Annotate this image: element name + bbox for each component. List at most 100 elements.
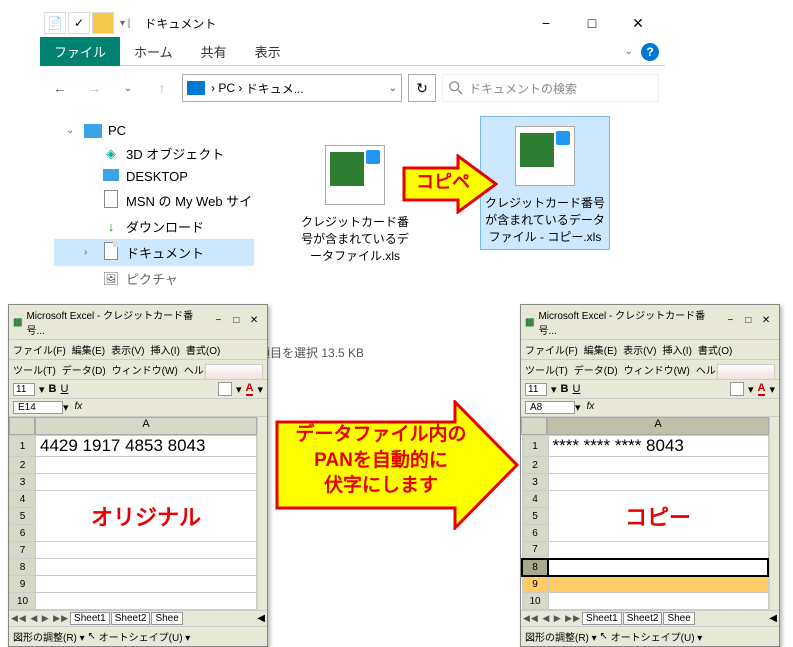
row-header[interactable]: 9 bbox=[10, 576, 36, 593]
crumb-current[interactable]: ドキュメ... bbox=[246, 80, 304, 97]
menu-insert[interactable]: 挿入(I) bbox=[662, 342, 691, 357]
cell[interactable] bbox=[548, 576, 768, 593]
fontsize-box[interactable]: 11 bbox=[13, 383, 35, 396]
dd-icon[interactable]: ▾ bbox=[63, 401, 69, 414]
row-header[interactable]: 6 bbox=[10, 525, 36, 542]
row-header[interactable]: 1 bbox=[522, 436, 548, 457]
name-box[interactable]: E14 bbox=[13, 401, 63, 414]
file-item-copy-selected[interactable]: クレジットカード番号が含まれているデータファイル - コピー.xls bbox=[480, 116, 610, 250]
recent-button[interactable]: ⌄ bbox=[114, 74, 142, 102]
qat-icon-1[interactable]: 📄 bbox=[44, 12, 66, 34]
menu-tool[interactable]: ツール(T) bbox=[525, 362, 568, 377]
row-header[interactable]: 8 bbox=[522, 559, 548, 576]
row-header[interactable]: 5 bbox=[522, 508, 548, 525]
bold-button[interactable]: B bbox=[561, 383, 569, 395]
vscrollbar[interactable] bbox=[257, 417, 267, 610]
menu-window[interactable]: ウィンドウ(W) bbox=[112, 362, 178, 377]
fontcolor-button[interactable]: A bbox=[246, 382, 254, 396]
sheet2-tab[interactable]: Sheet2 bbox=[111, 612, 151, 625]
cell[interactable] bbox=[36, 559, 257, 576]
row-header[interactable]: 2 bbox=[10, 457, 36, 474]
underline-button[interactable]: U bbox=[572, 383, 580, 395]
cell[interactable] bbox=[548, 457, 768, 474]
col-header-A[interactable]: A bbox=[547, 417, 769, 435]
cell[interactable] bbox=[36, 457, 257, 474]
file-tab[interactable]: ファイル bbox=[40, 37, 120, 66]
toolbar-dd-icon[interactable]: ▾ bbox=[257, 383, 263, 396]
sheet3-tab[interactable]: Shee bbox=[663, 612, 694, 625]
menu-help[interactable]: ヘルプ(H) bbox=[696, 362, 740, 377]
pointer-icon[interactable]: ↖ bbox=[599, 631, 607, 642]
menu-format[interactable]: 書式(O) bbox=[186, 342, 220, 357]
close-button[interactable]: ✕ bbox=[615, 8, 661, 38]
cell[interactable] bbox=[548, 542, 768, 559]
fontsize-box[interactable]: 11 bbox=[525, 383, 547, 396]
cell[interactable] bbox=[36, 542, 257, 559]
vscrollbar[interactable] bbox=[769, 417, 779, 610]
menu-file[interactable]: ファイル(F) bbox=[525, 342, 578, 357]
fillcolor-button[interactable] bbox=[730, 382, 744, 396]
sheet1-tab[interactable]: Sheet1 bbox=[582, 612, 622, 625]
draw-menu[interactable]: 図形の調整(R) ▾ bbox=[525, 629, 597, 644]
row-header[interactable]: 7 bbox=[10, 542, 36, 559]
menu-help[interactable]: ヘルプ(H) bbox=[184, 362, 228, 377]
col-header-A[interactable]: A bbox=[35, 417, 257, 435]
tree-downloads[interactable]: ↓ダウンロード bbox=[54, 214, 254, 239]
tree-pc[interactable]: ⌄ PC bbox=[54, 120, 254, 141]
fillcolor-button[interactable] bbox=[218, 382, 232, 396]
autoshape-menu[interactable]: オートシェイプ(U) ▾ bbox=[99, 629, 191, 644]
minimize-button[interactable]: − bbox=[210, 315, 228, 329]
row-header[interactable]: 7 bbox=[522, 542, 548, 559]
toolbar-dd-icon[interactable]: ▾ bbox=[748, 383, 754, 396]
cell[interactable] bbox=[548, 474, 768, 491]
forward-button[interactable]: → bbox=[80, 74, 108, 102]
sheet-nav[interactable]: ◀◀ ◀ ▶ ▶▶ bbox=[523, 613, 581, 624]
toolbar-dd-icon[interactable]: ▾ bbox=[551, 383, 557, 396]
select-all-corner[interactable] bbox=[521, 417, 547, 435]
menu-insert[interactable]: 挿入(I) bbox=[150, 342, 179, 357]
menu-window[interactable]: ウィンドウ(W) bbox=[624, 362, 690, 377]
fontcolor-button[interactable]: A bbox=[758, 382, 766, 396]
address-dropdown-icon[interactable]: ⌄ bbox=[389, 83, 397, 94]
up-button[interactable]: ↑ bbox=[148, 74, 176, 102]
menu-data[interactable]: データ(D) bbox=[574, 362, 618, 377]
file-item-original[interactable]: クレジットカード番号が含まれているデータファイル.xls bbox=[300, 140, 410, 264]
view-tab[interactable]: 表示 bbox=[241, 37, 295, 66]
tree-pictures[interactable]: 🖼ピクチャ bbox=[54, 266, 254, 291]
maximize-button[interactable]: □ bbox=[739, 315, 757, 329]
row-header[interactable]: 8 bbox=[10, 559, 36, 576]
bold-button[interactable]: B bbox=[49, 383, 57, 395]
hscroll-icon[interactable]: ◀ bbox=[257, 613, 265, 624]
row-header[interactable]: 3 bbox=[10, 474, 36, 491]
menu-tool[interactable]: ツール(T) bbox=[13, 362, 56, 377]
menu-view[interactable]: 表示(V) bbox=[111, 342, 144, 357]
draw-menu[interactable]: 図形の調整(R) ▾ bbox=[13, 629, 85, 644]
row-header[interactable]: 10 bbox=[522, 593, 548, 610]
select-all-corner[interactable] bbox=[9, 417, 35, 435]
menu-edit[interactable]: 編集(E) bbox=[584, 342, 617, 357]
home-tab[interactable]: ホーム bbox=[120, 37, 187, 66]
close-button[interactable]: ✕ bbox=[757, 315, 775, 329]
sheet-nav[interactable]: ◀◀ ◀ ▶ ▶▶ bbox=[11, 613, 69, 624]
sheet1-tab[interactable]: Sheet1 bbox=[70, 612, 110, 625]
dd-icon[interactable]: ▾ bbox=[575, 401, 581, 414]
row-header[interactable]: 5 bbox=[10, 508, 36, 525]
menu-edit[interactable]: 編集(E) bbox=[72, 342, 105, 357]
pointer-icon[interactable]: ↖ bbox=[87, 631, 95, 642]
tree-3d[interactable]: ◈3D オブジェクト bbox=[54, 141, 254, 166]
cell-A1-pan[interactable]: 4429 1917 4853 8043 bbox=[36, 436, 257, 457]
ribbon-expand-icon[interactable]: ⌄ bbox=[625, 46, 633, 57]
row-header[interactable]: 4 bbox=[10, 491, 36, 508]
address-bar[interactable]: › PC › ドキュメ... ⌄ bbox=[182, 74, 402, 102]
cell[interactable] bbox=[36, 474, 257, 491]
row-header[interactable]: 9 bbox=[522, 576, 548, 593]
cell[interactable] bbox=[36, 593, 257, 610]
tree-desktop[interactable]: DESKTOP bbox=[54, 166, 254, 187]
expand-icon[interactable]: › bbox=[84, 247, 96, 258]
back-button[interactable]: ← bbox=[46, 74, 74, 102]
row-header[interactable]: 3 bbox=[522, 474, 548, 491]
minimize-button[interactable]: − bbox=[722, 315, 740, 329]
excel-grid[interactable]: A 14429 1917 4853 8043 2 3 4オリジナル 5 6 7 … bbox=[9, 417, 257, 610]
toolbar-dd-icon[interactable]: ▾ bbox=[39, 383, 45, 396]
maximize-button[interactable]: □ bbox=[227, 315, 245, 329]
